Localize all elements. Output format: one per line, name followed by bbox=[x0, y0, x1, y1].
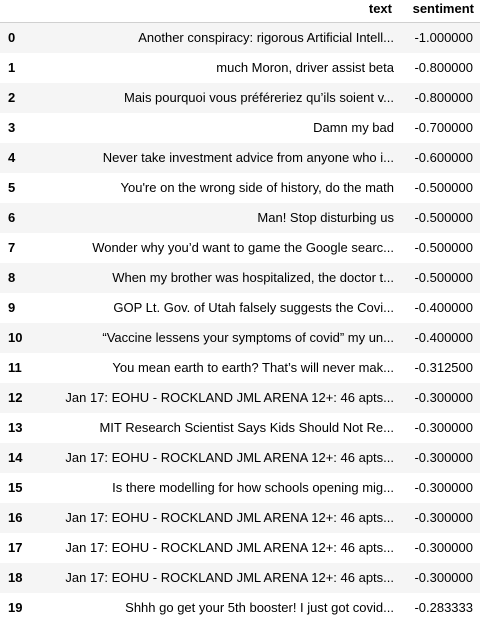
row-index: 18 bbox=[8, 569, 23, 585]
text-cell: Another conspiracy: rigorous Artificial … bbox=[138, 29, 394, 45]
header-row: text sentiment bbox=[0, 0, 480, 23]
text-cell: GOP Lt. Gov. of Utah falsely suggests th… bbox=[113, 299, 394, 315]
table-row: 19 Shhh go get your 5th booster! I just g… bbox=[0, 592, 480, 623]
sentiment-cell: -0.300000 bbox=[414, 509, 473, 525]
table-row: 2 Mais pourquoi vous préféreriez qu’ils s… bbox=[0, 82, 480, 113]
sentiment-cell: -0.300000 bbox=[414, 539, 473, 555]
sentiment-cell: -0.300000 bbox=[414, 479, 473, 495]
table-row: 12 Jan 17: EOHU - ROCKLAND JML ARENA 12+:… bbox=[0, 382, 480, 413]
sentiment-cell: -0.500000 bbox=[414, 269, 473, 285]
table-row: 4 Never take investment advice from anyon… bbox=[0, 142, 480, 173]
row-index: 0 bbox=[8, 29, 16, 45]
text-cell: Damn my bad bbox=[313, 119, 394, 135]
row-index: 14 bbox=[8, 449, 23, 465]
text-cell: MIT Research Scientist Says Kids Should … bbox=[99, 419, 394, 435]
sentiment-cell: -0.312500 bbox=[414, 359, 473, 375]
table-row: 7 Wonder why you’d want to game the Googl… bbox=[0, 232, 480, 263]
sentiment-cell: -0.283333 bbox=[414, 599, 473, 615]
table-row: 8 When my brother was hospitalized, the d… bbox=[0, 262, 480, 293]
row-index: 11 bbox=[8, 359, 22, 375]
table-row: 0 Another conspiracy: rigorous Artificial… bbox=[0, 22, 480, 53]
table-row: 13 MIT Research Scientist Says Kids Shoul… bbox=[0, 412, 480, 443]
text-cell: Mais pourquoi vous préféreriez qu’ils so… bbox=[124, 89, 394, 105]
text-cell: Is there modelling for how schools openi… bbox=[112, 479, 394, 495]
sentiment-cell: -0.300000 bbox=[414, 419, 473, 435]
table-row: 1 much Moron, driver assist beta -0.800000 bbox=[0, 52, 480, 83]
text-cell: Wonder why you’d want to game the Google… bbox=[92, 239, 394, 255]
table-body: 0 Another conspiracy: rigorous Artificial… bbox=[0, 22, 480, 623]
table-row: 16 Jan 17: EOHU - ROCKLAND JML ARENA 12+:… bbox=[0, 502, 480, 533]
text-cell: Jan 17: EOHU - ROCKLAND JML ARENA 12+: 4… bbox=[65, 569, 394, 585]
dataframe-table: text sentiment 0 Another conspiracy: rigo… bbox=[0, 0, 480, 623]
row-index: 2 bbox=[8, 89, 16, 105]
text-cell: Jan 17: EOHU - ROCKLAND JML ARENA 12+: 4… bbox=[65, 509, 394, 525]
text-cell: “Vaccine lessens your symptoms of covid”… bbox=[102, 329, 394, 345]
sentiment-cell: -1.000000 bbox=[414, 29, 473, 45]
sentiment-cell: -0.500000 bbox=[414, 239, 473, 255]
row-index: 10 bbox=[8, 329, 23, 345]
table-row: 10 “Vaccine lessens your symptoms of covi… bbox=[0, 322, 480, 353]
sentiment-cell: -0.300000 bbox=[414, 449, 473, 465]
text-cell: You're on the wrong side of history, do … bbox=[120, 179, 394, 195]
sentiment-cell: -0.400000 bbox=[414, 299, 473, 315]
text-cell: You mean earth to earth? That’s will nev… bbox=[112, 359, 394, 375]
row-index: 8 bbox=[8, 269, 16, 285]
text-cell: Jan 17: EOHU - ROCKLAND JML ARENA 12+: 4… bbox=[65, 539, 394, 555]
table-row: 15 Is there modelling for how schools ope… bbox=[0, 472, 480, 503]
row-index: 19 bbox=[8, 599, 23, 615]
row-index: 3 bbox=[8, 119, 16, 135]
table-row: 14 Jan 17: EOHU - ROCKLAND JML ARENA 12+:… bbox=[0, 442, 480, 473]
row-index: 1 bbox=[8, 59, 16, 75]
sentiment-cell: -0.300000 bbox=[414, 569, 473, 585]
sentiment-cell: -0.800000 bbox=[414, 59, 473, 75]
sentiment-cell: -0.700000 bbox=[414, 119, 473, 135]
text-cell: Man! Stop disturbing us bbox=[257, 209, 394, 225]
table-row: 17 Jan 17: EOHU - ROCKLAND JML ARENA 12+:… bbox=[0, 532, 480, 563]
table-row: 5 You're on the wrong side of history, do… bbox=[0, 172, 480, 203]
table-row: 6 Man! Stop disturbing us -0.500000 bbox=[0, 202, 480, 233]
row-index: 4 bbox=[8, 149, 16, 165]
sentiment-cell: -0.800000 bbox=[414, 89, 473, 105]
row-index: 9 bbox=[8, 299, 16, 315]
sentiment-cell: -0.600000 bbox=[414, 149, 473, 165]
text-cell: Jan 17: EOHU - ROCKLAND JML ARENA 12+: 4… bbox=[65, 389, 394, 405]
row-index: 17 bbox=[8, 539, 23, 555]
table-row: 3 Damn my bad -0.700000 bbox=[0, 112, 480, 143]
sentiment-cell: -0.400000 bbox=[414, 329, 473, 345]
table-row: 11 You mean earth to earth? That’s will n… bbox=[0, 352, 480, 383]
sentiment-cell: -0.500000 bbox=[414, 179, 473, 195]
sentiment-column-header: sentiment bbox=[398, 0, 480, 23]
row-index: 16 bbox=[8, 509, 23, 525]
sentiment-cell: -0.300000 bbox=[414, 389, 473, 405]
row-index: 7 bbox=[8, 239, 16, 255]
text-cell: Jan 17: EOHU - ROCKLAND JML ARENA 12+: 4… bbox=[65, 449, 394, 465]
text-cell: When my brother was hospitalized, the do… bbox=[112, 269, 394, 285]
text-cell: Shhh go get your 5th booster! I just got… bbox=[125, 599, 394, 615]
index-column-header bbox=[0, 0, 34, 23]
text-column-header: text bbox=[34, 0, 398, 23]
sentiment-cell: -0.500000 bbox=[414, 209, 473, 225]
text-cell: much Moron, driver assist beta bbox=[216, 59, 394, 75]
row-index: 13 bbox=[8, 419, 23, 435]
text-cell: Never take investment advice from anyone… bbox=[102, 149, 394, 165]
row-index: 12 bbox=[8, 389, 23, 405]
row-index: 6 bbox=[8, 209, 16, 225]
table-header: text sentiment bbox=[0, 0, 480, 23]
table-row: 9 GOP Lt. Gov. of Utah falsely suggests t… bbox=[0, 292, 480, 323]
row-index: 5 bbox=[8, 179, 16, 195]
row-index: 15 bbox=[8, 479, 23, 495]
table-row: 18 Jan 17: EOHU - ROCKLAND JML ARENA 12+:… bbox=[0, 562, 480, 593]
